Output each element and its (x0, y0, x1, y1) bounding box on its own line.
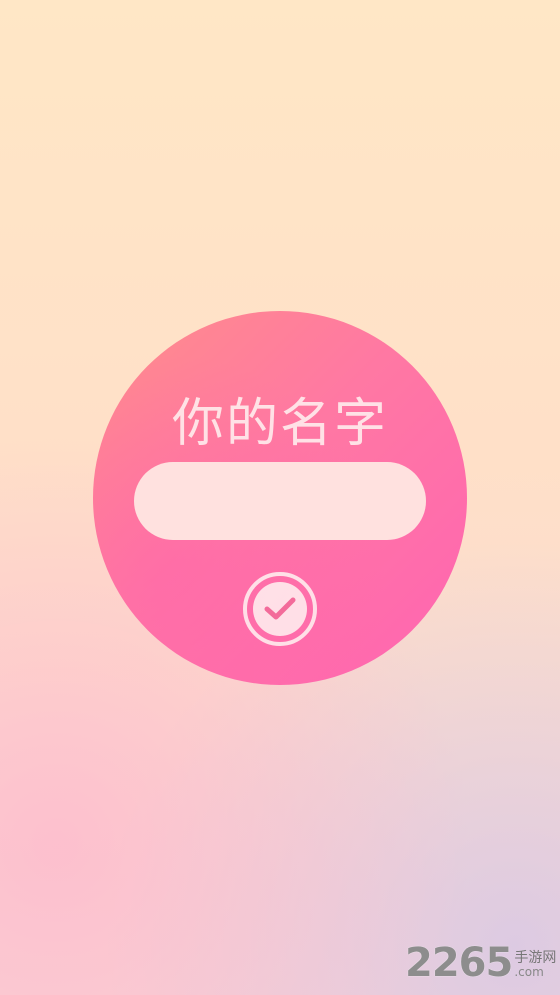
name-dialog-circle: 你的名字 (93, 311, 467, 685)
name-input[interactable] (134, 462, 426, 540)
dialog-title: 你的名字 (171, 394, 388, 454)
site-watermark: 2265 手游网 .com (405, 940, 560, 986)
watermark-domain: .com (514, 965, 544, 979)
watermark-number: 2265 (405, 940, 513, 986)
watermark-text: 手游网 .com (514, 951, 556, 979)
name-entry-screen: 你的名字 2265 手游网 .com (0, 0, 560, 995)
watermark-site-name: 手游网 (514, 950, 557, 966)
check-circle-icon (253, 582, 307, 636)
confirm-button[interactable] (243, 572, 317, 646)
checkmark-icon (264, 597, 296, 620)
